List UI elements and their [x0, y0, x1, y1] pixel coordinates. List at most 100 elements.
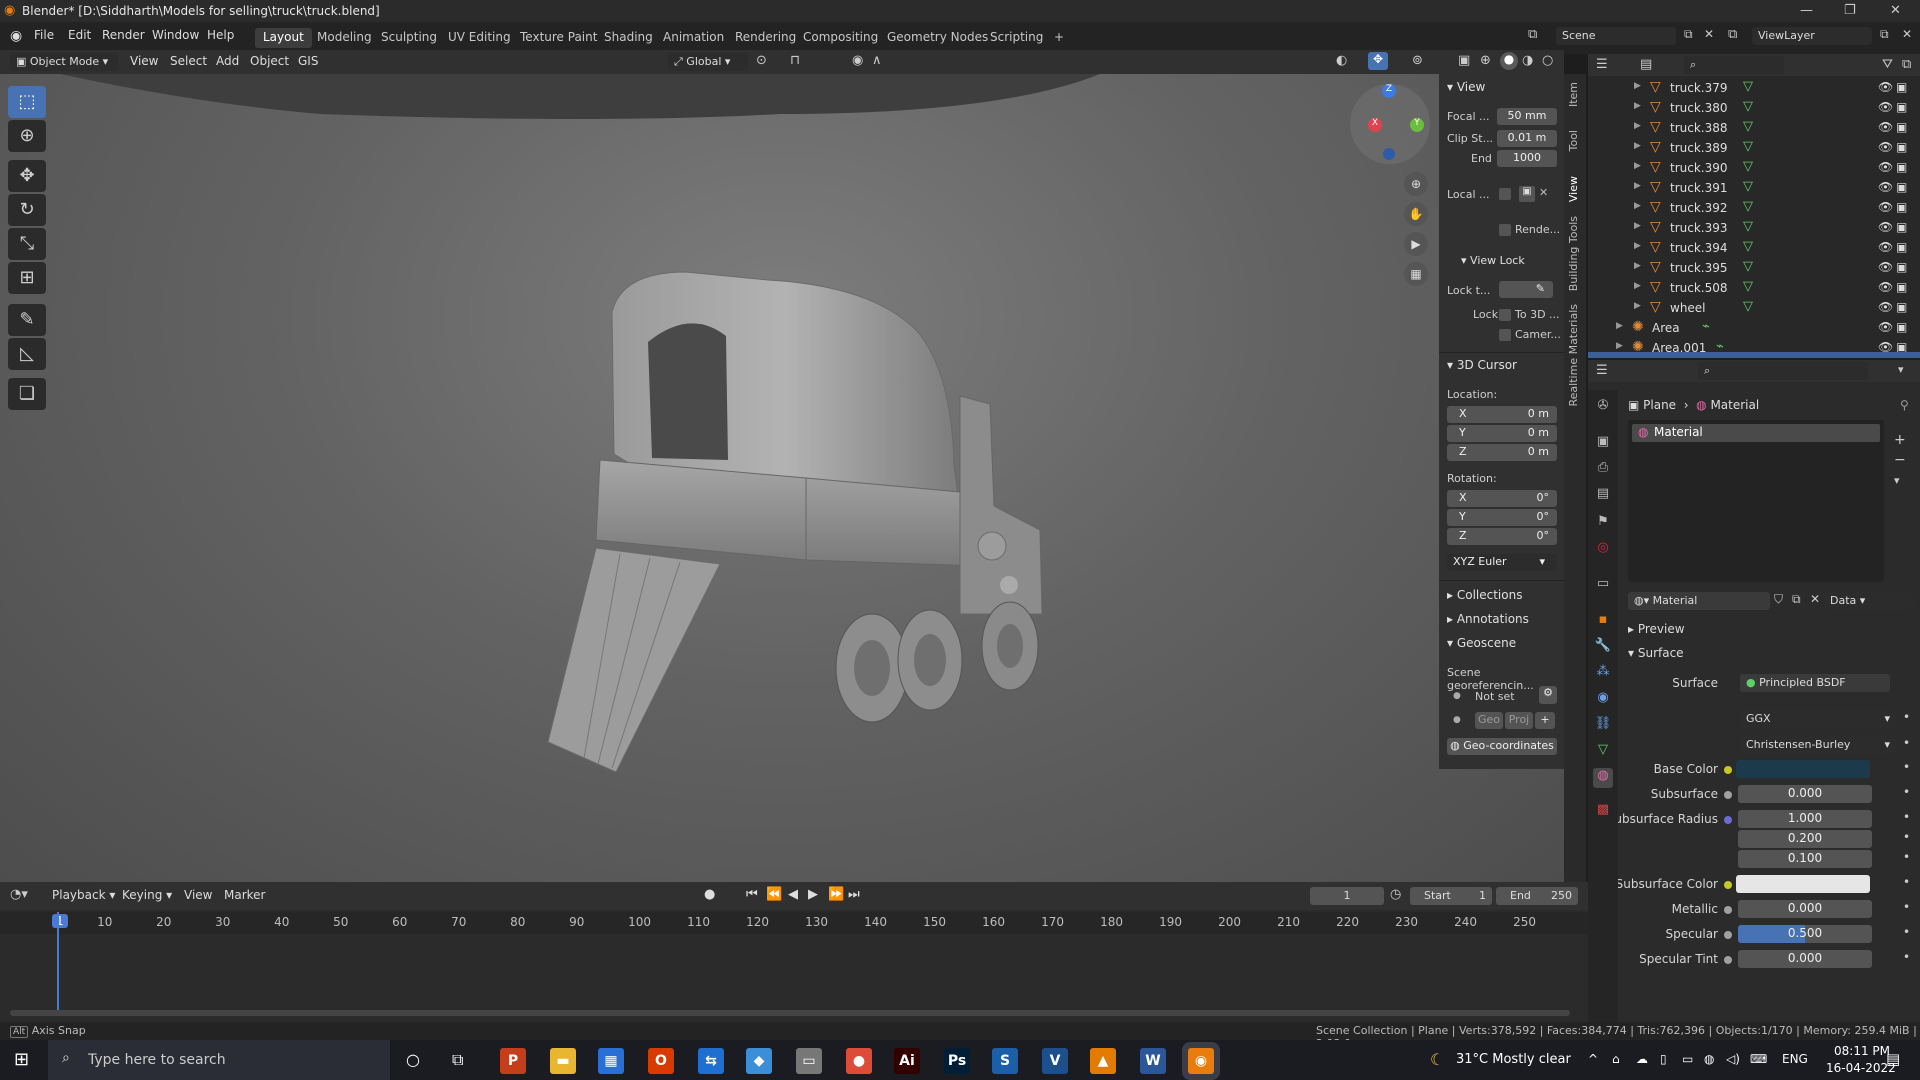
timeline-scrollbar[interactable] [10, 1010, 1570, 1016]
constraints-properties-icon[interactable]: ⛓ [1593, 716, 1613, 736]
visibility-eye-icon[interactable]: 👁 [1878, 300, 1893, 314]
object-properties-icon[interactable]: ▪ [1593, 612, 1613, 632]
add-workspace-button[interactable]: + [1046, 28, 1072, 48]
keyframe-dot[interactable]: • [1903, 850, 1910, 864]
outliner-row-truck-389[interactable]: ▶ ▽ truck.389 ▽ 👁 ▣ [1588, 138, 1920, 158]
gizmo-y-axis[interactable]: Y [1410, 118, 1424, 132]
visibility-eye-icon[interactable]: 👁 [1878, 260, 1893, 274]
expand-arrow-icon[interactable]: ▶ [1634, 81, 1641, 91]
prop-field-specular[interactable]: 0.500 [1738, 925, 1872, 943]
outliner-row-truck-395[interactable]: ▶ ▽ truck.395 ▽ 👁 ▣ [1588, 258, 1920, 278]
tray-battery-icon[interactable]: ▯ [1660, 1052, 1667, 1066]
current-frame-field[interactable]: 1 [1310, 887, 1384, 905]
output-properties-icon[interactable]: ⎙ [1593, 460, 1613, 480]
keyframe-dot[interactable]: • [1903, 875, 1910, 889]
expand-arrow-icon[interactable]: ▶ [1634, 181, 1641, 191]
add-cube-tool-icon[interactable]: ❏ [8, 378, 46, 410]
annotate-tool-icon[interactable]: ✎ [8, 304, 46, 336]
next-keyframe-icon[interactable]: ⏩ [828, 887, 844, 902]
maximize-button[interactable]: ❐ [1844, 3, 1856, 18]
chrome-icon[interactable]: ● [846, 1048, 872, 1074]
outliner-row-truck-390[interactable]: ▶ ▽ truck.390 ▽ 👁 ▣ [1588, 158, 1920, 178]
editor-type-icon[interactable]: ☰ [1596, 57, 1608, 72]
expand-arrow-icon[interactable]: ▶ [1634, 101, 1641, 111]
play-icon[interactable]: ▶ [808, 887, 818, 902]
add-slot-button[interactable]: + [1894, 432, 1906, 448]
visibility-eye-icon[interactable]: 👁 [1878, 280, 1893, 294]
tab-compositing[interactable]: Compositing [795, 28, 886, 48]
keyframe-dot[interactable]: • [1903, 900, 1910, 914]
physics-properties-icon[interactable]: ◉ [1593, 690, 1613, 710]
mesh-data-icon[interactable]: ▽ [1743, 239, 1753, 254]
tray-chevron-icon[interactable]: ^ [1588, 1052, 1598, 1066]
light-data-icon[interactable]: ⌁ [1702, 319, 1710, 334]
expand-arrow-icon[interactable]: ▶ [1634, 161, 1641, 171]
play-reverse-icon[interactable]: ◀ [788, 887, 798, 902]
prop-field-specular-tint[interactable]: 0.000 [1738, 950, 1872, 968]
render-camera-icon[interactable]: ▣ [1896, 240, 1907, 254]
auto-keying-icon[interactable]: ● [704, 887, 715, 902]
gizmo-z-axis[interactable]: Z [1382, 84, 1396, 98]
subsurface-method-keyframe-dot[interactable]: • [1903, 736, 1910, 750]
material-slot-row[interactable]: ◍ Material [1632, 424, 1880, 442]
prop-field-radius-3[interactable]: 0.200 [1738, 830, 1872, 848]
vray-icon[interactable]: V [1042, 1048, 1068, 1074]
render-camera-icon[interactable]: ▣ [1896, 100, 1907, 114]
clear-camera-icon[interactable]: ✕ [1539, 186, 1548, 199]
collections-section-header[interactable]: ▸ Collections [1447, 588, 1522, 602]
tray-volume-icon[interactable]: ◁) [1726, 1052, 1740, 1066]
viewport-menu-object[interactable]: Object [250, 54, 289, 68]
material-datablock-field[interactable]: ◍▾ Material [1628, 592, 1770, 610]
clock-time[interactable]: 08:11 PM [1834, 1044, 1890, 1058]
mesh-data-icon[interactable]: ▽ [1743, 159, 1753, 174]
distribution-dropdown[interactable]: GGX ▾ [1740, 710, 1896, 728]
view-layer-selector[interactable]: ViewLayer [1752, 27, 1872, 45]
display-mode-icon[interactable]: ▤ [1640, 57, 1652, 72]
windows-start-icon[interactable]: ⊞ [14, 1049, 29, 1070]
scene-selector[interactable]: Scene [1556, 27, 1676, 45]
render-camera-icon[interactable]: ▣ [1896, 200, 1907, 214]
visibility-eye-icon[interactable]: 👁 [1878, 200, 1893, 214]
keyframe-dot[interactable]: • [1903, 830, 1910, 844]
view-lock-header[interactable]: ▾ View Lock [1461, 254, 1525, 267]
prop-field-subsurface[interactable]: 0.000 [1738, 785, 1872, 803]
tab-realtime-materials[interactable]: Realtime Materials [1567, 304, 1580, 406]
tray-globe-icon[interactable]: ◍ [1704, 1052, 1714, 1066]
word-icon[interactable]: W [1140, 1048, 1166, 1074]
tab-item[interactable]: Item [1567, 82, 1580, 107]
render-camera-icon[interactable]: ▣ [1896, 320, 1907, 334]
solid-shading-icon[interactable]: ● [1500, 52, 1518, 70]
gizmo-x-axis[interactable]: X [1368, 118, 1382, 132]
visibility-eye-icon[interactable]: 👁 [1878, 180, 1893, 194]
transform-orientation-dropdown[interactable]: ⤢ Global ▾ [668, 53, 748, 71]
outliner-row-truck-379[interactable]: ▶ ▽ truck.379 ▽ 👁 ▣ [1588, 78, 1920, 98]
weather-icon[interactable]: ☾ [1430, 1050, 1444, 1069]
mesh-data-icon[interactable]: ▽ [1743, 99, 1753, 114]
expand-arrow-icon[interactable]: ▶ [1634, 221, 1641, 231]
add-georef-button[interactable]: + [1535, 712, 1555, 729]
timeline-view-menu[interactable]: View [184, 888, 212, 902]
expand-arrow-icon[interactable]: ▶ [1634, 141, 1641, 151]
render-camera-icon[interactable]: ▣ [1896, 260, 1907, 274]
view-section-header[interactable]: ▾ View [1447, 80, 1485, 94]
properties-editor-type-icon[interactable]: ☰ [1596, 363, 1608, 378]
expand-arrow-icon[interactable]: ▶ [1634, 281, 1641, 291]
link-dropdown[interactable]: Data ▾ [1824, 592, 1914, 610]
language-indicator[interactable]: ENG [1782, 1052, 1808, 1066]
transform-tool-icon[interactable]: ⊞ [8, 262, 46, 294]
delete-scene-icon[interactable]: ✕ [1704, 27, 1714, 41]
task-view-icon[interactable]: ⧉ [452, 1050, 463, 1070]
distribution-keyframe-dot[interactable]: • [1903, 710, 1910, 724]
expand-arrow-icon[interactable]: ▶ [1634, 301, 1641, 311]
clip-start-field[interactable]: 0.01 m [1497, 130, 1557, 147]
menu-help[interactable]: Help [207, 28, 234, 42]
minimize-button[interactable]: — [1800, 3, 1813, 18]
tab-texture-paint[interactable]: Texture Paint [512, 28, 605, 48]
menu-window[interactable]: Window [152, 28, 199, 42]
camera-view-icon[interactable]: ▶ [1404, 232, 1428, 256]
store-icon[interactable]: ▦ [598, 1048, 624, 1074]
rotate-tool-icon[interactable]: ↻ [8, 194, 46, 226]
socket-dot-icon[interactable] [1724, 931, 1732, 939]
visibility-eye-icon[interactable]: 👁 [1878, 320, 1893, 334]
marker-menu[interactable]: Marker [224, 888, 265, 902]
